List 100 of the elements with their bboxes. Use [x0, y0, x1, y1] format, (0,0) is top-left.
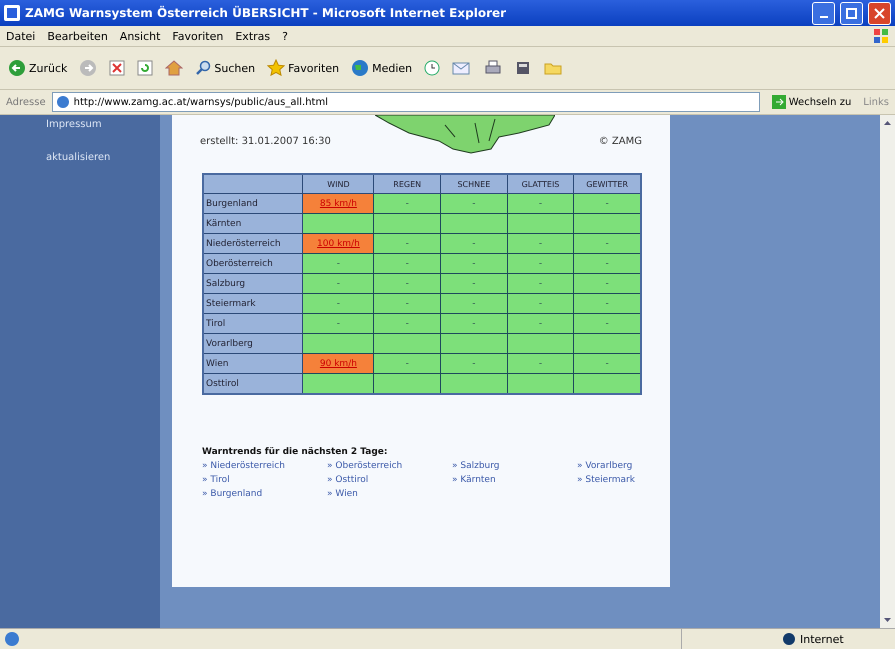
page-icon [56, 95, 70, 109]
window-title: ZAMG Warnsystem Österreich ÜBERSICHT - Microsoft Internet Explorer [25, 6, 508, 20]
sidebar-link[interactable]: Impressum [46, 119, 160, 130]
dash-text: - [336, 298, 340, 308]
toolbar-icon-button[interactable] [422, 58, 442, 78]
column-header: REGEN [374, 174, 441, 194]
toolbar-icon-button[interactable] [135, 58, 156, 78]
region-link[interactable]: » Wien [327, 489, 452, 499]
region-cell: Tirol [203, 314, 303, 334]
address-field[interactable]: http://www.zamg.ac.at/warnsys/public/aus_all.html [52, 92, 760, 112]
region-link[interactable]: » Vorarlberg [577, 461, 642, 471]
dash-text: - [406, 258, 409, 268]
dash-text: - [606, 298, 609, 308]
menu-item[interactable]: Extras [235, 30, 270, 42]
maximize-button[interactable] [840, 2, 863, 24]
region-cell: Kärnten [203, 214, 303, 234]
copyright-text: © ZAMG [598, 136, 642, 147]
dash-text: - [406, 238, 409, 248]
dash-text: - [472, 298, 476, 308]
search-icon [195, 60, 212, 76]
toolbar-icon-button[interactable] [107, 58, 128, 78]
stop-icon [109, 60, 126, 76]
column-header: GLATTEIS [507, 174, 574, 194]
trends-heading: Warntrends für die nächsten 2 Tage: [202, 447, 388, 457]
dash-text: - [538, 198, 542, 208]
region-link[interactable]: » Kärnten [452, 475, 577, 485]
toolbar-button[interactable]: Suchen [193, 58, 258, 78]
forward-icon [79, 59, 98, 77]
dash-text: - [406, 358, 409, 368]
dash-text: - [472, 318, 476, 328]
column-header: GEWITTER [574, 174, 641, 194]
sidebar-link[interactable]: aktualisieren [46, 152, 160, 163]
dash-text: - [606, 238, 609, 248]
region-link[interactable]: » Niederösterreich [202, 461, 327, 471]
region-cell: Vorarlberg [203, 334, 303, 354]
menu-item[interactable]: Datei [6, 30, 36, 42]
go-button[interactable]: Wechseln zu [766, 94, 858, 110]
scrollbar[interactable] [880, 115, 895, 628]
refresh-icon [137, 60, 154, 76]
dash-text: - [538, 278, 542, 288]
dash-text: - [606, 258, 609, 268]
region-link[interactable]: » Osttirol [327, 475, 452, 485]
created-date: erstellt: 31.01.2007 16:30 [200, 136, 331, 147]
dash-text: - [538, 298, 542, 308]
region-cell: Niederösterreich [203, 234, 303, 254]
toolbar-icon-button[interactable] [163, 58, 186, 78]
dash-text: - [472, 238, 476, 248]
dash-text: - [472, 278, 476, 288]
mail-icon [452, 60, 472, 76]
dash-text: - [336, 318, 340, 328]
dash-text: - [538, 318, 542, 328]
region-link[interactable]: » Oberösterreich [327, 461, 452, 471]
back-icon [8, 59, 26, 77]
region-link[interactable]: » Burgenland [202, 489, 327, 499]
close-button[interactable] [868, 2, 891, 24]
clock-icon [424, 60, 440, 76]
column-header: SCHNEE [440, 174, 508, 194]
dash-text: - [538, 238, 542, 248]
dash-text: - [406, 298, 409, 308]
region-link[interactable]: » Steiermark [577, 475, 642, 485]
zone-text: Internet [800, 632, 844, 646]
dash-text: - [406, 198, 409, 208]
home-icon [165, 60, 184, 76]
dash-text: - [606, 358, 609, 368]
region-link[interactable]: » Tirol [202, 475, 327, 485]
region-cell: Oberösterreich [203, 254, 303, 274]
dash-text: - [406, 318, 409, 328]
globe-icon [351, 59, 370, 77]
dash-text: - [472, 358, 476, 368]
minimize-button[interactable] [812, 2, 835, 24]
browser-icon [4, 5, 20, 21]
column-header: WIND [302, 174, 374, 194]
dash-text: - [606, 198, 609, 208]
dash-text: - [472, 198, 476, 208]
page-status-icon [4, 631, 20, 647]
menu-item[interactable]: Favoriten [172, 30, 224, 42]
close-icon [874, 8, 885, 18]
region-cell: Wien [203, 354, 303, 374]
region-link[interactable]: » Salzburg [452, 461, 577, 471]
dash-text: - [538, 258, 542, 268]
menu-item[interactable]: Bearbeiten [47, 30, 108, 42]
region-cell: Salzburg [203, 274, 303, 294]
printer-icon [484, 60, 502, 76]
windows-logo-icon [873, 28, 889, 44]
dash-text: - [406, 278, 409, 288]
url-text: http://www.zamg.ac.at/warnsys/public/aus_all.html [74, 96, 328, 108]
globe-icon [782, 632, 796, 646]
toolbar-button[interactable]: Zurück [6, 57, 70, 79]
toolbar-button[interactable]: Favoriten [265, 57, 342, 79]
region-cell: Steiermark [203, 294, 303, 314]
address-label: Adresse [6, 96, 46, 108]
dash-text: - [538, 358, 542, 368]
maximize-icon [846, 8, 857, 18]
dash-text: - [472, 258, 476, 268]
dash-text: - [336, 258, 340, 268]
menu-item[interactable]: Ansicht [120, 30, 160, 42]
menu-item[interactable]: ? [282, 30, 288, 42]
region-cell: Osttirol [203, 374, 303, 394]
toolbar-button[interactable]: Medien [349, 57, 414, 79]
dash-text: - [606, 278, 609, 288]
